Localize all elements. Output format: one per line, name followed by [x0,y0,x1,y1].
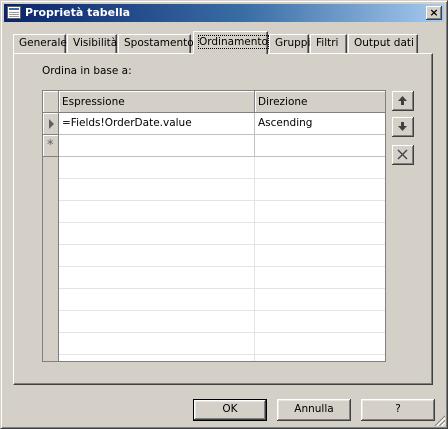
tab-label: Filtri [316,37,339,49]
sort-grid[interactable]: Espressione Direzione =Fields!OrderDate.… [42,90,386,362]
help-button[interactable]: ? [361,399,435,421]
ok-button[interactable]: OK [193,399,267,421]
delete-icon [397,149,408,160]
expression-cell[interactable]: =Fields!OrderDate.value [59,113,255,135]
tab-label: Gruppi [275,37,311,49]
tab-generale[interactable]: Generale [13,34,67,53]
tab-label: Ordinamento [198,35,269,49]
tab-panel: Ordina in base a: Espressione Direzione … [13,53,433,385]
cancel-button[interactable]: Annulla [277,399,351,421]
tab-gruppi[interactable]: Gruppi [269,34,311,53]
tab-visibilita[interactable]: Visibilità [67,34,117,53]
row-header-current[interactable] [43,113,59,135]
tab-label: Output dati [354,37,414,49]
move-up-button[interactable] [392,91,414,111]
tab-label: Spostamento [124,37,194,49]
empty-grid-area [43,157,385,361]
new-row-icon: * [47,138,54,153]
tab-spostamento[interactable]: Spostamento [118,34,194,53]
sort-by-label: Ordina in base a: [42,65,132,77]
row-header-new[interactable]: * [43,135,59,157]
delete-button[interactable] [392,145,414,165]
window-title: Proprietà tabella [25,6,131,19]
column-header-direction[interactable]: Direzione [255,91,385,113]
move-down-icon [398,122,407,131]
tab-output-dati[interactable]: Output dati [348,34,418,53]
tab-ordinamento[interactable]: Ordinamento [193,31,269,54]
tab-filtri[interactable]: Filtri [310,34,347,53]
direction-cell[interactable]: Ascending [255,113,385,135]
table-icon [7,6,21,19]
row-header-strip [43,157,59,361]
resize-grip[interactable] [433,414,445,426]
tab-label: Generale [19,37,67,49]
grid-corner [43,91,59,113]
move-up-icon [398,96,407,105]
move-down-button[interactable] [392,117,414,137]
new-direction-cell[interactable] [255,135,385,157]
tab-label: Visibilità [73,37,118,49]
current-row-icon [49,119,54,129]
properties-dialog: Proprietà tabella × Generale Visibilità … [0,0,448,429]
column-header-expression[interactable]: Espressione [59,91,255,113]
new-expression-cell[interactable] [59,135,255,157]
grid-lines [59,157,385,361]
close-button[interactable]: × [426,6,442,20]
title-bar: Proprietà tabella × [4,4,444,22]
